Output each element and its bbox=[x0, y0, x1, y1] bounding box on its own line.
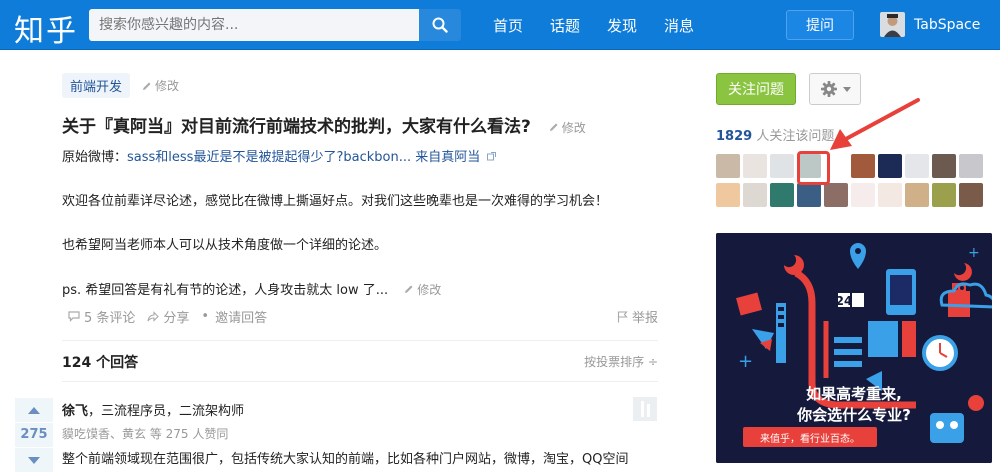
vote-count: 275 bbox=[15, 422, 53, 448]
follower-avatar[interactable] bbox=[878, 183, 902, 207]
ad-headline-1: 如果高考重来, bbox=[806, 385, 902, 403]
weibo-prefix: 原始微博： bbox=[62, 150, 128, 165]
follower-avatar[interactable] bbox=[905, 183, 929, 207]
topic-tag[interactable]: 前端开发 bbox=[62, 73, 131, 98]
divider bbox=[62, 381, 658, 382]
vote-widget: 275 bbox=[15, 398, 53, 472]
search-input[interactable] bbox=[89, 9, 419, 41]
comments-button[interactable]: 5 条评论 bbox=[68, 307, 135, 326]
share-button[interactable]: 分享 bbox=[147, 307, 189, 326]
user-menu[interactable]: TabSpace bbox=[880, 12, 980, 37]
question-actions: 5 条评论 分享 • 邀请回答 举报 bbox=[68, 307, 658, 326]
annotation-arrow-icon bbox=[830, 98, 920, 150]
report-label: 举报 bbox=[631, 311, 658, 326]
question-title-row: 关于『真阿当』对目前流行前端技术的批判，大家有什么看法? 修改 bbox=[62, 112, 586, 137]
follower-avatar[interactable] bbox=[959, 154, 983, 178]
ad-headline-2: 你会选什么专业? bbox=[797, 406, 911, 424]
edit-title-label: 修改 bbox=[561, 120, 586, 135]
ad-cta[interactable]: 来值乎，看行业百态。 bbox=[743, 427, 877, 447]
divider bbox=[62, 340, 658, 341]
follower-avatar[interactable] bbox=[743, 183, 767, 207]
edit-detail-link[interactable]: 修改 bbox=[404, 281, 441, 298]
follow-question-button[interactable]: 关注问题 bbox=[716, 73, 796, 105]
ad-banner[interactable]: 24 + + 如果高考重来, 你会选什么专业? 来值乎，看行业百态。 bbox=[716, 233, 992, 463]
svg-text:+: + bbox=[738, 351, 753, 372]
question-paragraph: 欢迎各位前辈详尽论述，感觉比在微博上撕逼好点。对我们这些晚辈也是一次难得的学习机… bbox=[62, 194, 609, 209]
downvote-button[interactable] bbox=[15, 448, 53, 472]
author-avatar[interactable] bbox=[633, 397, 657, 421]
follower-avatar[interactable] bbox=[797, 183, 821, 207]
search-box bbox=[89, 9, 461, 41]
follower-avatar[interactable] bbox=[716, 154, 740, 178]
dot-separator: • bbox=[201, 309, 210, 324]
answer-likers[interactable]: 貘吃馍香、黄玄 等 275 人赞同 bbox=[62, 425, 228, 442]
main-nav: 首页 话题 发现 消息 bbox=[493, 15, 721, 36]
weibo-source: 原始微博：sass和less最近是不是被提起得少了?backbon... 来自真… bbox=[62, 146, 497, 165]
top-bar: 知乎 首页 话题 发现 消息 提问 TabSpace bbox=[0, 0, 1000, 50]
follower-avatar[interactable] bbox=[932, 183, 956, 207]
follower-avatar[interactable] bbox=[905, 154, 929, 178]
follower-avatar[interactable] bbox=[716, 183, 740, 207]
report-button[interactable]: 举报 bbox=[617, 307, 658, 326]
zhihu-logo[interactable]: 知乎 bbox=[14, 6, 78, 50]
follower-avatar[interactable] bbox=[743, 154, 767, 178]
svg-text:+: + bbox=[968, 245, 980, 261]
author-name[interactable]: 徐飞 bbox=[62, 404, 88, 419]
share-label: 分享 bbox=[163, 311, 190, 326]
edit-topic-link[interactable]: 修改 bbox=[142, 77, 179, 94]
edit-topic-label: 修改 bbox=[155, 79, 180, 93]
follower-avatar[interactable] bbox=[851, 183, 875, 207]
search-button[interactable] bbox=[419, 9, 461, 41]
pencil-icon bbox=[143, 82, 151, 90]
comments-label: 5 条评论 bbox=[84, 311, 136, 326]
triangle-up-icon bbox=[28, 406, 40, 414]
external-link-icon bbox=[487, 152, 497, 161]
flag-icon bbox=[617, 310, 628, 322]
invite-button[interactable]: 邀请回答 bbox=[215, 307, 267, 326]
upvote-button[interactable] bbox=[15, 398, 53, 422]
followers-count[interactable]: 1829 bbox=[716, 129, 752, 144]
triangle-down-icon bbox=[28, 456, 40, 464]
topic-row: 前端开发 修改 bbox=[62, 73, 179, 98]
pencil-icon bbox=[549, 123, 558, 131]
nav-messages[interactable]: 消息 bbox=[664, 15, 694, 36]
pencil-icon bbox=[405, 285, 413, 293]
caret-down-icon bbox=[842, 86, 851, 92]
ad-clock-digit: 24 bbox=[836, 294, 853, 308]
nav-topics[interactable]: 话题 bbox=[550, 15, 580, 36]
annotation-highlight-box bbox=[797, 151, 830, 185]
followers-label: 人关注该问题 bbox=[752, 129, 835, 144]
follower-avatar[interactable] bbox=[851, 154, 875, 178]
follower-avatar[interactable] bbox=[959, 183, 983, 207]
answer-author: 徐飞，三流程序员，二流架构师 bbox=[62, 400, 244, 419]
user-name[interactable]: TabSpace bbox=[914, 17, 980, 33]
search-icon bbox=[432, 17, 448, 33]
follower-avatar[interactable] bbox=[932, 154, 956, 178]
author-bio: ，三流程序员，二流架构师 bbox=[88, 404, 245, 419]
comment-icon bbox=[68, 311, 80, 322]
nav-explore[interactable]: 发现 bbox=[607, 15, 637, 36]
follower-avatar[interactable] bbox=[770, 183, 794, 207]
question-paragraph-last: ps. 希望回答是有礼有节的论述，人身攻击就太 low 了... 修改 bbox=[62, 279, 441, 299]
question-title: 关于『真阿当』对目前流行前端技术的批判，大家有什么看法? bbox=[62, 117, 531, 137]
sort-dropdown[interactable]: 按投票排序 ÷ bbox=[584, 353, 658, 370]
answer-text: 整个前端领域现在范围很广，包括传统大家认知的前端，比如各种门户网站，微博，淘宝，… bbox=[62, 452, 629, 467]
ask-button[interactable]: 提问 bbox=[786, 10, 854, 40]
edit-title-link[interactable]: 修改 bbox=[549, 119, 586, 136]
follower-avatars bbox=[716, 154, 983, 207]
user-avatar[interactable] bbox=[880, 12, 905, 37]
follower-avatar[interactable] bbox=[770, 154, 794, 178]
question-paragraph-text: ps. 希望回答是有礼有节的论述，人身攻击就太 low 了... bbox=[62, 283, 389, 298]
follower-avatar[interactable] bbox=[824, 183, 848, 207]
followers-count-row: 1829 人关注该问题 bbox=[716, 125, 834, 144]
share-icon bbox=[147, 311, 160, 322]
edit-detail-label: 修改 bbox=[417, 282, 442, 297]
weibo-link[interactable]: sass和less最近是不是被提起得少了?backbon... 来自真阿当 bbox=[127, 150, 480, 165]
nav-home[interactable]: 首页 bbox=[493, 15, 523, 36]
follower-avatar[interactable] bbox=[878, 154, 902, 178]
question-paragraph: 也希望阿当老师本人可以从技术角度做一个详细的论述。 bbox=[62, 238, 388, 253]
answer-count: 124 个回答 bbox=[62, 355, 139, 371]
